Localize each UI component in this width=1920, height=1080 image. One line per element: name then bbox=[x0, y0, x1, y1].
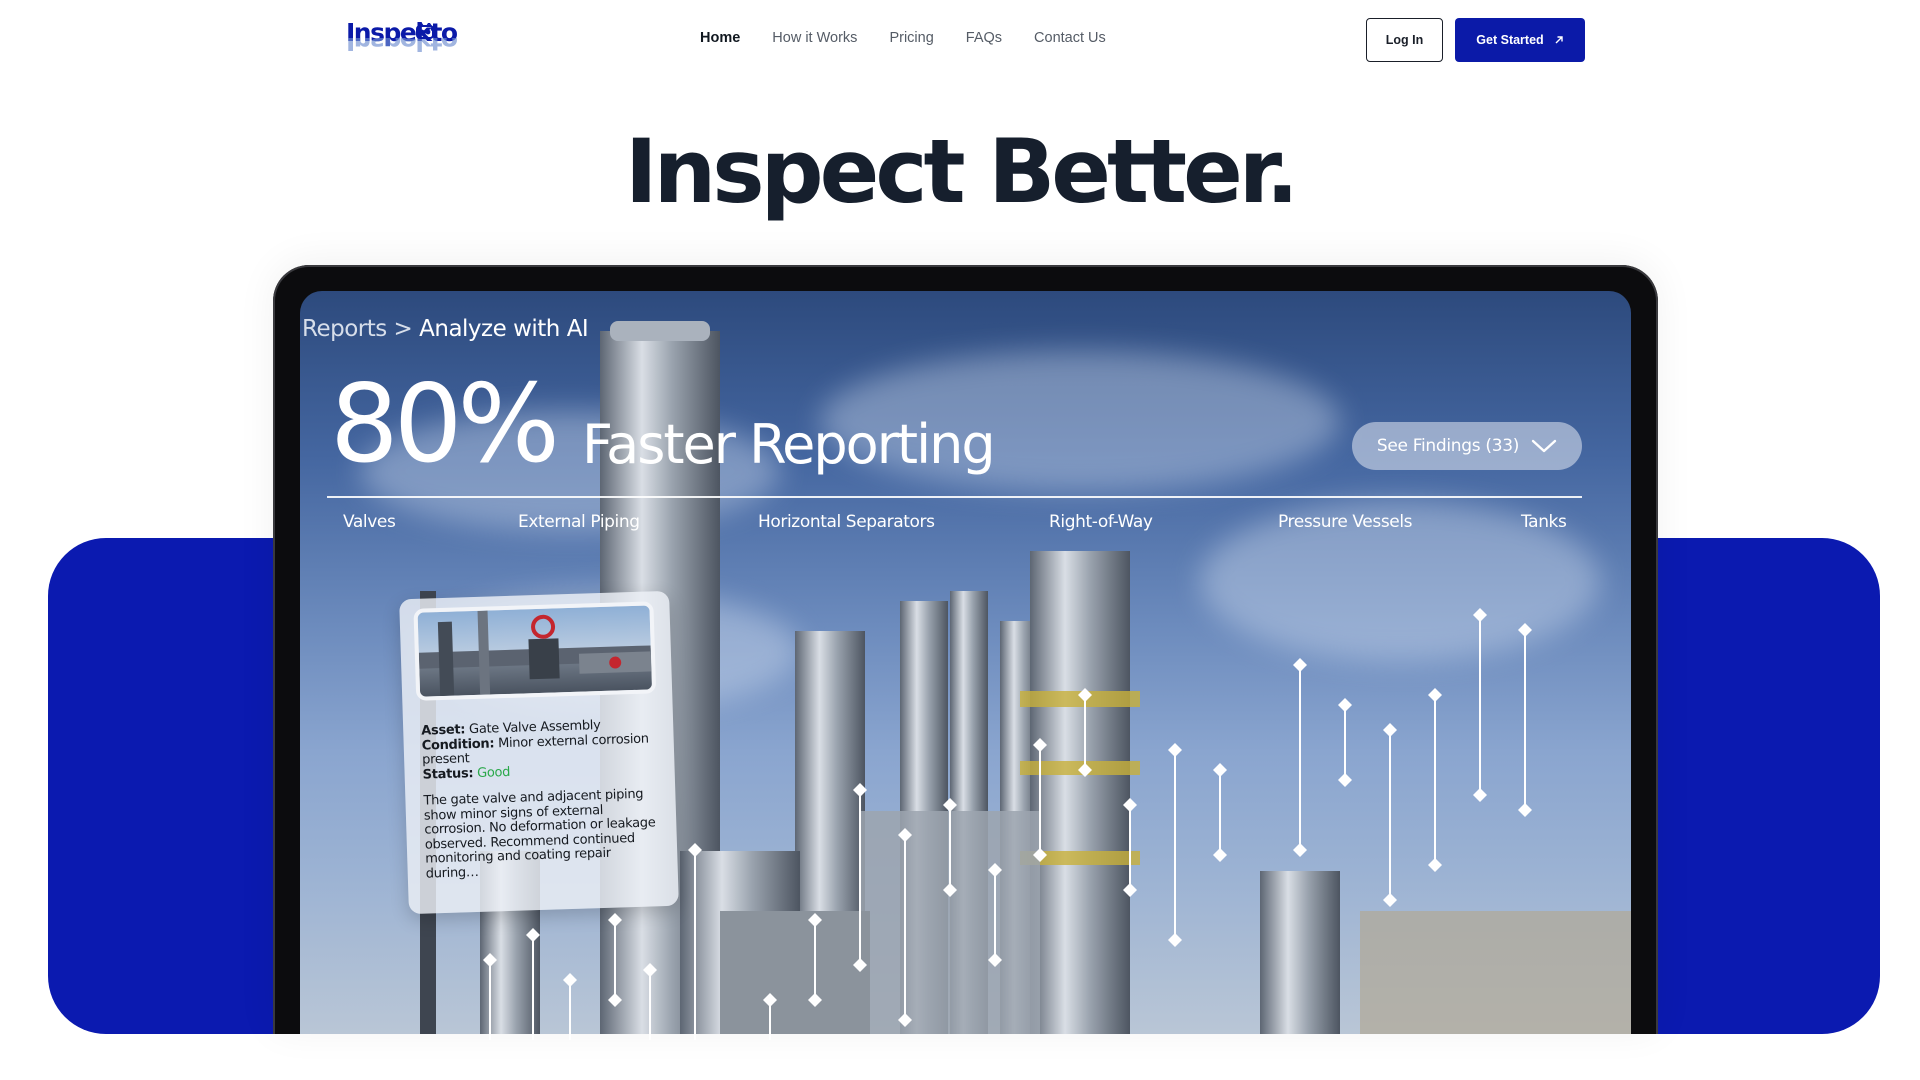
nav-faqs[interactable]: FAQs bbox=[966, 28, 1002, 48]
login-button-label: Log In bbox=[1385, 33, 1424, 47]
chevron-down-icon bbox=[1531, 439, 1557, 453]
tab-right-of-way[interactable]: Right-of-Way bbox=[1049, 512, 1153, 532]
logo-owl-icon bbox=[416, 23, 434, 39]
login-button[interactable]: Log In bbox=[1366, 18, 1443, 62]
tab-horizontal-separators[interactable]: Horizontal Separators bbox=[758, 512, 935, 532]
stat-label: Faster Reporting bbox=[582, 413, 996, 476]
see-findings-label: See Findings (33) bbox=[1376, 436, 1520, 456]
data-marker-overlay bbox=[483, 608, 1532, 1040]
tab-external-piping[interactable]: External Piping bbox=[518, 512, 640, 532]
get-started-label: Get Started bbox=[1476, 33, 1544, 47]
nav-home[interactable]: Home bbox=[700, 28, 740, 48]
logo-reflection: Inspekto bbox=[346, 38, 457, 54]
site-header: Inspekto Inspekto Home How it Works Pric… bbox=[0, 0, 1920, 78]
get-started-button[interactable]: Get Started bbox=[1455, 18, 1585, 62]
breadcrumb: Reports > Analyze with AI bbox=[302, 316, 589, 342]
hero-title: Inspect Better. bbox=[624, 120, 1299, 223]
logo[interactable]: Inspekto Inspekto bbox=[346, 20, 458, 60]
main-nav: Home How it Works Pricing FAQs Contact U… bbox=[700, 28, 1138, 48]
breadcrumb-current: Analyze with AI bbox=[419, 316, 589, 342]
tab-valves[interactable]: Valves bbox=[343, 512, 396, 532]
see-findings-button[interactable]: See Findings (33) bbox=[1352, 422, 1582, 470]
nav-how-it-works[interactable]: How it Works bbox=[772, 28, 857, 48]
stat-value: 80% bbox=[330, 362, 560, 487]
asset-category-tabs: Valves External Piping Horizontal Separa… bbox=[327, 512, 1582, 536]
nav-pricing[interactable]: Pricing bbox=[889, 28, 933, 48]
nav-contact-us[interactable]: Contact Us bbox=[1034, 28, 1106, 48]
screen-divider bbox=[327, 496, 1582, 498]
tab-tanks[interactable]: Tanks bbox=[1521, 512, 1567, 532]
breadcrumb-reports[interactable]: Reports bbox=[302, 316, 387, 342]
arrow-up-right-icon bbox=[1555, 36, 1563, 44]
tab-pressure-vessels[interactable]: Pressure Vessels bbox=[1278, 512, 1413, 532]
breadcrumb-separator: > bbox=[386, 316, 420, 342]
